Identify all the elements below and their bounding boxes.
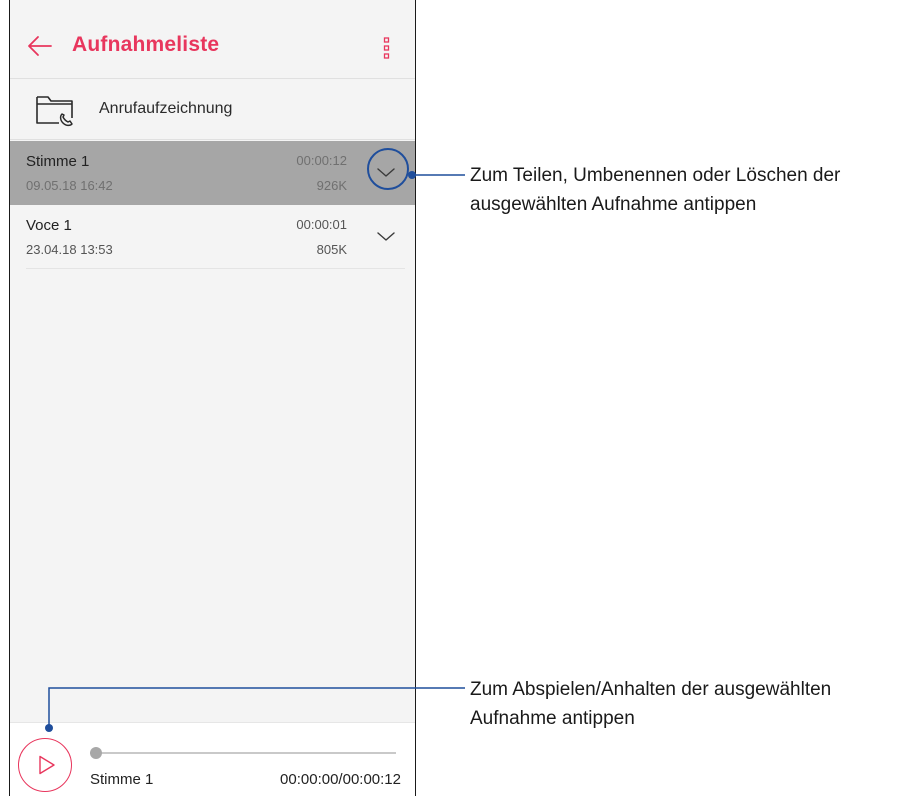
recording-name: Stimme 1: [26, 153, 90, 170]
callout-dot: [408, 171, 416, 179]
callout-play: Zum Abspielen/Anhalten der ausgewählten …: [470, 675, 831, 733]
chevron-down-icon[interactable]: [375, 225, 397, 247]
recording-date: 09.05.18 16:42: [26, 178, 113, 193]
folder-phone-icon: [36, 96, 73, 127]
player-bar: Stimme 1 00:00:00/00:00:12: [10, 722, 415, 796]
callout-play-line2: Aufnahme antippen: [470, 708, 635, 729]
recording-duration: 00:00:01: [296, 217, 347, 232]
recording-date: 23.04.18 13:53: [26, 242, 113, 257]
playback-progress-slider[interactable]: [90, 747, 396, 759]
callout-options: Zum Teilen, Umbenennen oder Löschen der …: [470, 161, 840, 219]
recording-name: Voce 1: [26, 217, 72, 234]
callout-options-line1: Zum Teilen, Umbenennen oder Löschen der: [470, 165, 841, 186]
play-icon: [39, 755, 55, 775]
callout-dot: [45, 724, 53, 732]
recording-duration: 00:00:12: [296, 153, 347, 168]
phone-screen: Aufnahmeliste Anrufaufzeichnung Stimme 1…: [9, 0, 416, 796]
folder-label: Anrufaufzeichnung: [99, 100, 233, 117]
play-pause-button[interactable]: [18, 738, 72, 792]
app-bar: Aufnahmeliste: [10, 0, 415, 78]
arrow-left-icon[interactable]: [27, 35, 53, 57]
recording-row-stimme-1[interactable]: Stimme 1 09.05.18 16:42 00:00:12 926K: [10, 141, 415, 205]
page-title: Aufnahmeliste: [72, 33, 220, 56]
more-vert-icon[interactable]: [382, 37, 392, 59]
callout-play-line1: Zum Abspielen/Anhalten der ausgewählten: [470, 679, 832, 700]
recording-size: 805K: [316, 242, 347, 257]
call-recordings-folder[interactable]: Anrufaufzeichnung: [10, 78, 415, 140]
recording-row-voce-1[interactable]: Voce 1 23.04.18 13:53 00:00:01 805K: [10, 205, 415, 269]
callout-options-line2: ausgewählten Aufnahme antippen: [470, 194, 757, 215]
player-time: 00:00:00/00:00:12: [280, 771, 401, 788]
player-recording-name: Stimme 1: [90, 771, 154, 788]
progress-track: [90, 752, 396, 754]
list-divider: [26, 268, 405, 269]
callout-highlight-circle: [367, 148, 409, 190]
progress-knob[interactable]: [90, 747, 102, 759]
recording-size: 926K: [316, 178, 347, 193]
